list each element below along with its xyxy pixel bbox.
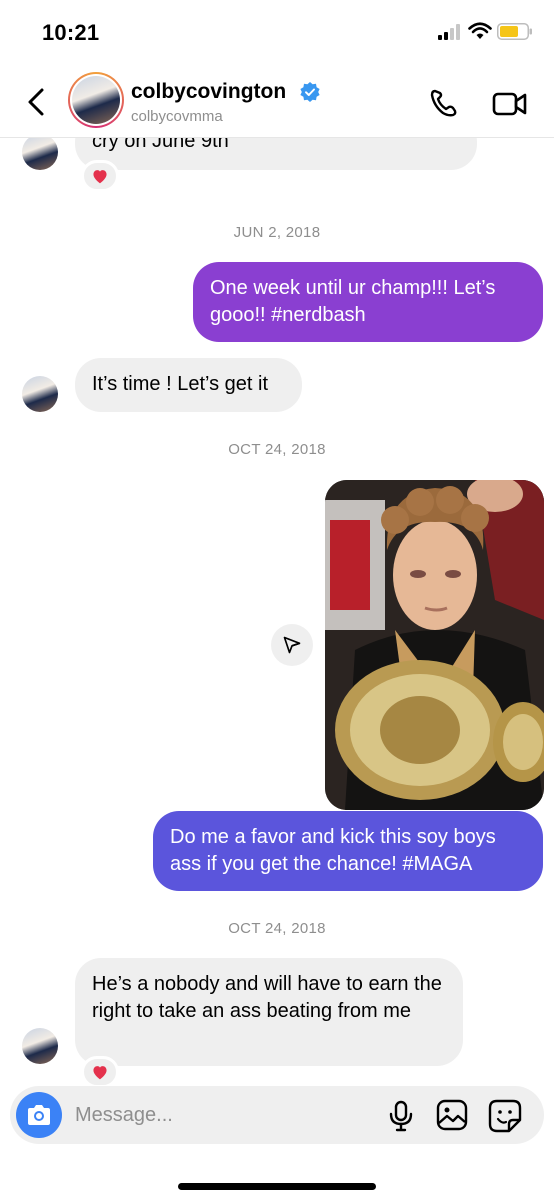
phone-icon[interactable] — [428, 88, 460, 118]
heart-reaction[interactable] — [81, 160, 119, 192]
verified-icon — [300, 82, 320, 102]
back-icon[interactable] — [22, 86, 50, 118]
message-text: It’s time ! Let’s get it — [92, 373, 269, 395]
microphone-icon[interactable] — [388, 1100, 414, 1132]
gallery-icon[interactable] — [436, 1099, 468, 1131]
status-time: 10:21 — [42, 20, 100, 45]
home-indicator[interactable] — [178, 1183, 376, 1190]
champion-photo — [325, 480, 544, 810]
heart-reaction[interactable] — [81, 1056, 119, 1088]
message-input[interactable] — [75, 1086, 375, 1144]
chat-header: colbycovington colbycovmma — [0, 66, 554, 138]
heart-icon — [93, 1066, 107, 1080]
signal-icon — [438, 24, 460, 40]
message-composer — [10, 1086, 544, 1144]
incoming-message[interactable]: He’s a nobody and will have to earn the … — [75, 958, 463, 1066]
battery-icon — [497, 23, 532, 40]
share-button[interactable] — [271, 624, 313, 666]
sender-avatar[interactable] — [22, 1028, 58, 1064]
date-divider: OCT 24, 2018 — [228, 920, 326, 937]
incoming-message[interactable]: It’s time ! Let’s get it — [75, 358, 302, 412]
status-bar: 10:21 — [0, 0, 554, 66]
sticker-icon[interactable] — [488, 1099, 522, 1133]
date-divider: JUN 2, 2018 — [233, 224, 321, 241]
profile-handle: colbycovmma — [131, 108, 223, 125]
outgoing-message[interactable]: One week until ur champ!!! Let’s gooo!! … — [193, 262, 543, 342]
profile-avatar[interactable] — [68, 72, 124, 128]
sender-avatar[interactable] — [22, 134, 58, 170]
video-icon[interactable] — [492, 90, 528, 118]
chat-thread: cry on June 9th JUN 2, 2018 One week unt… — [0, 0, 554, 1200]
message-text: He’s a nobody and will have to earn the … — [92, 973, 442, 1022]
profile-name[interactable]: colbycovington — [131, 80, 286, 104]
send-icon — [283, 636, 301, 654]
wifi-icon — [468, 22, 492, 39]
message-text: One week until ur champ!!! Let’s gooo!! … — [210, 277, 496, 326]
outgoing-message[interactable]: Do me a favor and kick this soy boys ass… — [153, 811, 543, 891]
sender-avatar[interactable] — [22, 376, 58, 412]
camera-icon — [28, 1105, 50, 1125]
message-text: Do me a favor and kick this soy boys ass… — [170, 826, 496, 875]
date-divider: OCT 24, 2018 — [228, 441, 326, 458]
camera-button[interactable] — [16, 1092, 62, 1138]
photo-message[interactable] — [325, 480, 544, 810]
heart-icon — [93, 170, 107, 184]
